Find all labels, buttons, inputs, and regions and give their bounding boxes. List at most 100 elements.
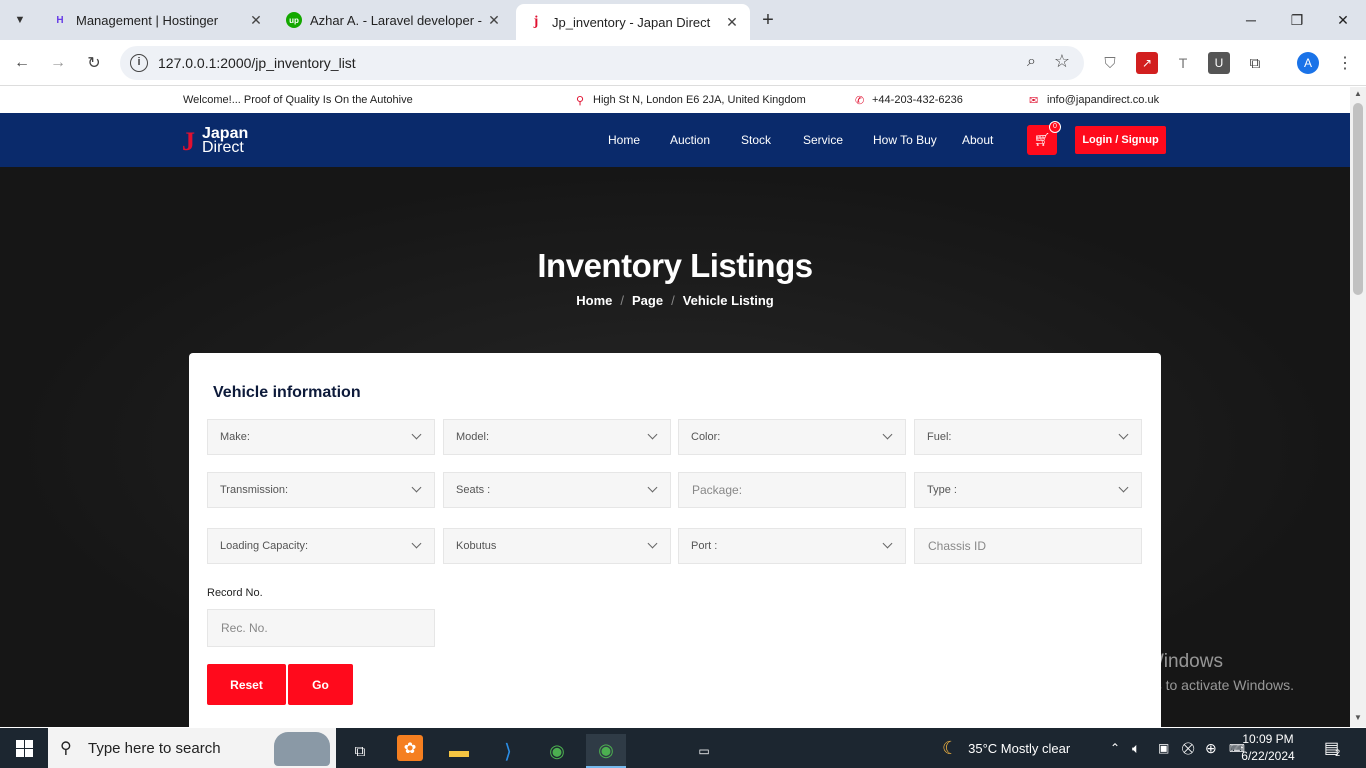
- nav-service[interactable]: Service: [803, 133, 843, 147]
- fuel-select[interactable]: Fuel:: [914, 419, 1142, 455]
- zoom-magnifier-icon[interactable]: ⌕: [1027, 53, 1036, 71]
- new-tab-plus-icon[interactable]: +: [756, 8, 780, 32]
- tab-upwork[interactable]: up Azhar A. - Laravel developer - U ✕: [274, 0, 512, 40]
- url-omnibox[interactable]: i 127.0.0.1:2000/jp_inventory_list ⌕ ☆: [120, 46, 1084, 80]
- scrollbar-thumb[interactable]: [1353, 103, 1363, 295]
- minimize-icon[interactable]: ─: [1228, 0, 1274, 40]
- tab-close-icon[interactable]: ✕: [484, 12, 504, 29]
- menu-kebab-icon[interactable]: ⋮: [1334, 52, 1356, 74]
- u-extension-icon[interactable]: U: [1208, 52, 1230, 74]
- loading-capacity-select[interactable]: Loading Capacity:: [207, 528, 435, 564]
- chrome-icon[interactable]: ◉: [537, 734, 577, 768]
- fuel-select-label: Fuel:: [927, 431, 952, 443]
- profile-avatar[interactable]: A: [1297, 52, 1319, 74]
- make-select[interactable]: Make:: [207, 419, 435, 455]
- hero-section: Inventory Listings Home / Page / Vehicle Lis…: [0, 167, 1350, 727]
- bookmark-star-icon[interactable]: ☆: [1054, 51, 1070, 72]
- notifications-icon[interactable]: ▤ 2: [1324, 728, 1340, 768]
- vscode-icon[interactable]: ⟩: [488, 734, 528, 768]
- port-select[interactable]: Port :: [678, 528, 906, 564]
- cart-button[interactable]: 🛒︎ 0: [1027, 121, 1061, 155]
- taskbar-clock[interactable]: 10:09 PM 6/22/2024: [1238, 731, 1298, 765]
- phone-text[interactable]: +44-203-432-6236: [872, 94, 963, 106]
- nav-about[interactable]: About: [962, 133, 993, 147]
- go-button[interactable]: Go: [288, 664, 353, 705]
- close-window-icon[interactable]: ✕: [1320, 0, 1366, 40]
- tab-close-icon[interactable]: ✕: [722, 14, 742, 31]
- chevron-down-icon: [647, 429, 658, 440]
- main-navbar: J Japan Direct Home Auction Stock Servic…: [0, 113, 1350, 167]
- tray-overflow-icon[interactable]: ⌃: [1110, 728, 1120, 768]
- scroll-up-arrow-icon[interactable]: ▲: [1354, 89, 1362, 98]
- record-no-field[interactable]: [208, 610, 434, 646]
- pdf-extension-icon[interactable]: ↗: [1136, 52, 1158, 74]
- record-no-input[interactable]: [207, 609, 435, 647]
- clock-time: 10:09 PM: [1242, 732, 1294, 746]
- network-icon[interactable]: ⛒: [1182, 728, 1194, 768]
- chassis-field[interactable]: [915, 529, 1141, 563]
- terminal-icon[interactable]: ▭: [684, 734, 724, 768]
- reset-button[interactable]: Reset: [207, 664, 286, 705]
- nav-how-to-buy[interactable]: How To Buy: [873, 133, 937, 147]
- type-select[interactable]: Type :: [914, 472, 1142, 508]
- breadcrumb-page[interactable]: Page: [632, 293, 663, 308]
- moon-cloud-icon: ☾: [942, 737, 959, 758]
- nav-auction[interactable]: Auction: [670, 133, 710, 147]
- text-extension-icon[interactable]: T: [1172, 52, 1194, 74]
- tab-jp-inventory[interactable]: j Jp_inventory - Japan Direct ✕: [516, 4, 750, 40]
- nav-stock[interactable]: Stock: [741, 133, 771, 147]
- task-view-icon[interactable]: ⧉: [340, 734, 380, 768]
- kobutus-select-label: Kobutus: [456, 540, 497, 552]
- taskbar-search[interactable]: ⚲ Type here to search: [48, 728, 336, 768]
- login-signup-button[interactable]: Login / Signup: [1075, 126, 1166, 154]
- xampp-icon[interactable]: ✿: [397, 735, 423, 761]
- japan-direct-logo[interactable]: J Japan Direct: [182, 125, 262, 157]
- transmission-select-label: Transmission:: [220, 484, 289, 496]
- back-arrow-icon[interactable]: ←: [8, 49, 36, 77]
- extensions-puzzle-icon[interactable]: ⧉: [1244, 52, 1266, 74]
- language-globe-icon[interactable]: ⊕: [1205, 728, 1217, 768]
- chrome-active-icon[interactable]: ◉: [586, 734, 626, 768]
- search-highlight-illustration-icon: [274, 732, 330, 766]
- file-explorer-icon[interactable]: ▬: [439, 734, 479, 768]
- page-scrollbar[interactable]: ▲ ▼: [1350, 87, 1366, 727]
- address-text: High St N, London E6 2JA, United Kingdom: [593, 94, 806, 106]
- email-text[interactable]: info@japandirect.co.uk: [1047, 94, 1159, 106]
- japan-direct-favicon-icon: j: [533, 14, 539, 29]
- page-viewport: Welcome!... Proof of Quality Is On the A…: [0, 87, 1350, 727]
- logo-mark: J: [182, 127, 195, 156]
- volume-icon[interactable]: 🔈︎: [1132, 728, 1140, 768]
- tab-search-chevron-icon[interactable]: ▼: [6, 6, 34, 34]
- record-no-label: Record No.: [207, 587, 263, 599]
- breadcrumb-home[interactable]: Home: [576, 293, 612, 308]
- tab-close-icon[interactable]: ✕: [246, 12, 266, 29]
- nav-home[interactable]: Home: [608, 133, 640, 147]
- weather-widget[interactable]: ☾ 35°C Mostly clear: [942, 728, 1070, 768]
- restore-icon[interactable]: ❐: [1274, 0, 1320, 40]
- loading-capacity-select-label: Loading Capacity:: [220, 540, 309, 552]
- package-input[interactable]: [678, 472, 906, 508]
- chassis-input[interactable]: [914, 528, 1142, 564]
- model-select[interactable]: Model:: [443, 419, 671, 455]
- color-select[interactable]: Color:: [678, 419, 906, 455]
- vehicle-search-card: Vehicle information Make: Model: Color: …: [189, 353, 1161, 727]
- kobutus-select[interactable]: Kobutus: [443, 528, 671, 564]
- tab-hostinger[interactable]: H Management | Hostinger ✕: [40, 0, 274, 40]
- breadcrumb: Home / Page / Vehicle Listing: [0, 293, 1350, 308]
- shield-extension-icon[interactable]: ⛉: [1099, 52, 1121, 74]
- chevron-down-icon: [647, 482, 658, 493]
- transmission-select[interactable]: Transmission:: [207, 472, 435, 508]
- forward-arrow-icon[interactable]: →: [44, 49, 72, 77]
- page-title: Inventory Listings: [537, 247, 813, 284]
- upwork-favicon-icon: up: [286, 12, 302, 28]
- scroll-down-arrow-icon[interactable]: ▼: [1354, 713, 1362, 722]
- reload-icon[interactable]: ↻: [80, 49, 108, 77]
- package-field[interactable]: [679, 473, 905, 507]
- seats-select[interactable]: Seats :: [443, 472, 671, 508]
- logo-line2: Direct: [202, 139, 244, 156]
- site-info-icon[interactable]: i: [130, 54, 148, 72]
- url-text[interactable]: 127.0.0.1:2000/jp_inventory_list: [158, 55, 356, 71]
- welcome-text: Welcome!... Proof of Quality Is On the A…: [183, 94, 413, 106]
- start-button[interactable]: [0, 728, 48, 768]
- meet-now-icon[interactable]: ▣: [1158, 728, 1169, 768]
